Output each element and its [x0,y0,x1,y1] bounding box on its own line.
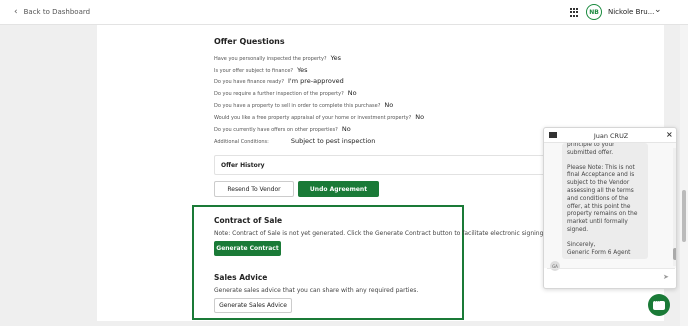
apps-grid-icon[interactable] [570,8,579,17]
question-row: Do you have a property to sell in order … [214,101,393,109]
generate-sales-advice-button[interactable]: Generate Sales Advice [214,298,292,313]
answer-text: No [341,125,351,133]
chat-toggle-button[interactable] [648,294,670,316]
chat-panel: Juan CRUZ × principle to your submitted … [543,127,677,289]
chat-bubble-icon [653,297,665,310]
answer-text: No [384,101,394,109]
user-avatar[interactable]: NB [586,4,602,20]
message-note: Please Note: This is not final Acceptanc… [567,164,638,233]
question-text: Do you have finance ready? [214,79,284,85]
question-row: Would you like a free property appraisal… [214,113,424,121]
answer-text: Yes [297,66,308,74]
answer-text: No [415,113,425,121]
offer-history-label: Offer History [221,162,265,169]
question-text: Do you currently have offers on other pr… [214,127,338,133]
offer-history-accordion[interactable]: Offer History [214,155,554,175]
message-sender: Generic Form 6 Agent [567,249,631,256]
back-to-dashboard-link[interactable]: ‹ Back to Dashboard [14,7,90,17]
chat-message-bubble: principle to your submitted offer. Pleas… [562,143,648,259]
undo-agreement-button[interactable]: Undo Agreement [298,181,379,197]
question-text: Have you personally inspected the proper… [214,56,327,62]
close-icon[interactable]: × [666,130,673,139]
message-top: principle to your submitted offer. [567,143,615,156]
contract-note: Note: Contract of Sale is not yet genera… [214,230,544,237]
answer-text: Subject to pest inspection [290,137,376,145]
question-row: Have you personally inspected the proper… [214,54,341,62]
back-label: Back to Dashboard [23,8,91,16]
question-row: Do you currently have offers on other pr… [214,125,351,133]
question-row: Do you have finance ready? I'm pre-approv… [214,77,344,85]
question-text: Would you like a free property appraisal… [214,115,412,121]
question-text: Additional Conditions: [214,139,269,145]
answer-text: I'm pre-approved [287,77,344,85]
top-bar: ‹ Back to Dashboard NB Nickole Bru... ⌄ [0,0,688,25]
chat-header: Juan CRUZ × [544,128,676,143]
question-text: Do you have a property to sell in order … [214,103,381,109]
question-row: Is your offer subject to finance? Yes [214,66,308,74]
sales-advice-note: Generate sales advice that you can share… [214,287,419,294]
resend-to-vendor-button[interactable]: Resend To Vendor [214,181,294,197]
contract-of-sale-title: Contract of Sale [214,216,283,225]
generate-contract-button[interactable]: Generate Contract [214,241,281,256]
page-scrollbar[interactable] [680,25,688,326]
cut-off-row [214,19,216,26]
chat-scrollbar[interactable] [673,148,676,266]
chevron-down-icon[interactable]: ⌄ [654,5,662,15]
question-row: Do you require a further inspection of t… [214,89,357,97]
send-icon[interactable]: ➤ [663,273,669,281]
message-signoff: Sincerely, [567,241,596,248]
question-text: Do you require a further inspection of t… [214,91,344,97]
answer-text: No [347,89,357,97]
answer-text: Yes [330,54,342,62]
chat-message-input[interactable]: ➤ [547,268,675,285]
question-text: Is your offer subject to finance? [214,68,294,74]
chat-messages[interactable]: principle to your submitted offer. Pleas… [544,143,676,271]
offer-questions-title: Offer Questions [214,37,285,46]
sales-advice-title: Sales Advice [214,273,268,282]
user-name[interactable]: Nickole Bru... [608,8,654,16]
question-row: Additional Conditions: Subject to pest in… [214,137,375,145]
chat-contact-name: Juan CRUZ [593,132,629,140]
chevron-left-icon: ‹ [14,7,18,17]
